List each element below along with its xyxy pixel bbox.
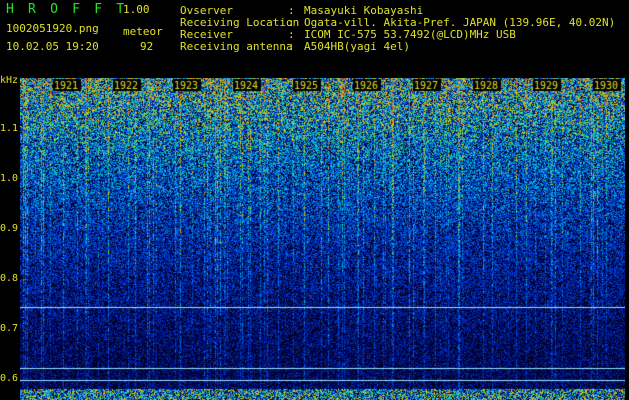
location-colon: :: [288, 16, 295, 29]
observer-label: Ovserver: [180, 4, 233, 17]
app-version: 1.00: [123, 3, 150, 16]
antenna-colon: :: [288, 40, 295, 53]
location-value: Ogata-vill. Akita-Pref. JAPAN (139.96E, …: [304, 16, 616, 29]
observer-colon: :: [288, 4, 295, 17]
y-tick-label: 0.9: [0, 223, 19, 234]
receiver-colon: :: [288, 28, 295, 41]
y-axis-unit: kHz: [0, 75, 19, 86]
header-panel: H R O F F T 1.00 1002051920.png meteor 1…: [0, 0, 629, 76]
observation-type: meteor: [123, 25, 163, 38]
meteor-count: 92: [140, 40, 154, 53]
datetime: 10.02.05 19:20: [6, 40, 99, 53]
antenna-label: Receiving antenna: [180, 40, 293, 53]
spectrogram-canvas: [20, 78, 625, 400]
file-name: 1002051920.png: [6, 22, 99, 35]
location-label: Receiving Location: [180, 16, 300, 29]
observer-value: Masayuki Kobayashi: [304, 4, 424, 17]
y-tick-label: 0.8: [0, 273, 19, 284]
receiver-value: ICOM IC-575 53.7492(@LCD)MHz USB: [304, 28, 516, 41]
y-tick-label: 1.0: [0, 173, 19, 184]
y-tick-label: 1.1: [0, 123, 19, 134]
app-name: H R O F F T: [6, 2, 128, 17]
y-tick-label: 0.6: [0, 373, 19, 384]
antenna-value: A504HB(yagi 4el): [304, 40, 410, 53]
y-tick-label: 0.7: [0, 323, 19, 334]
receiver-label: Receiver: [180, 28, 233, 41]
